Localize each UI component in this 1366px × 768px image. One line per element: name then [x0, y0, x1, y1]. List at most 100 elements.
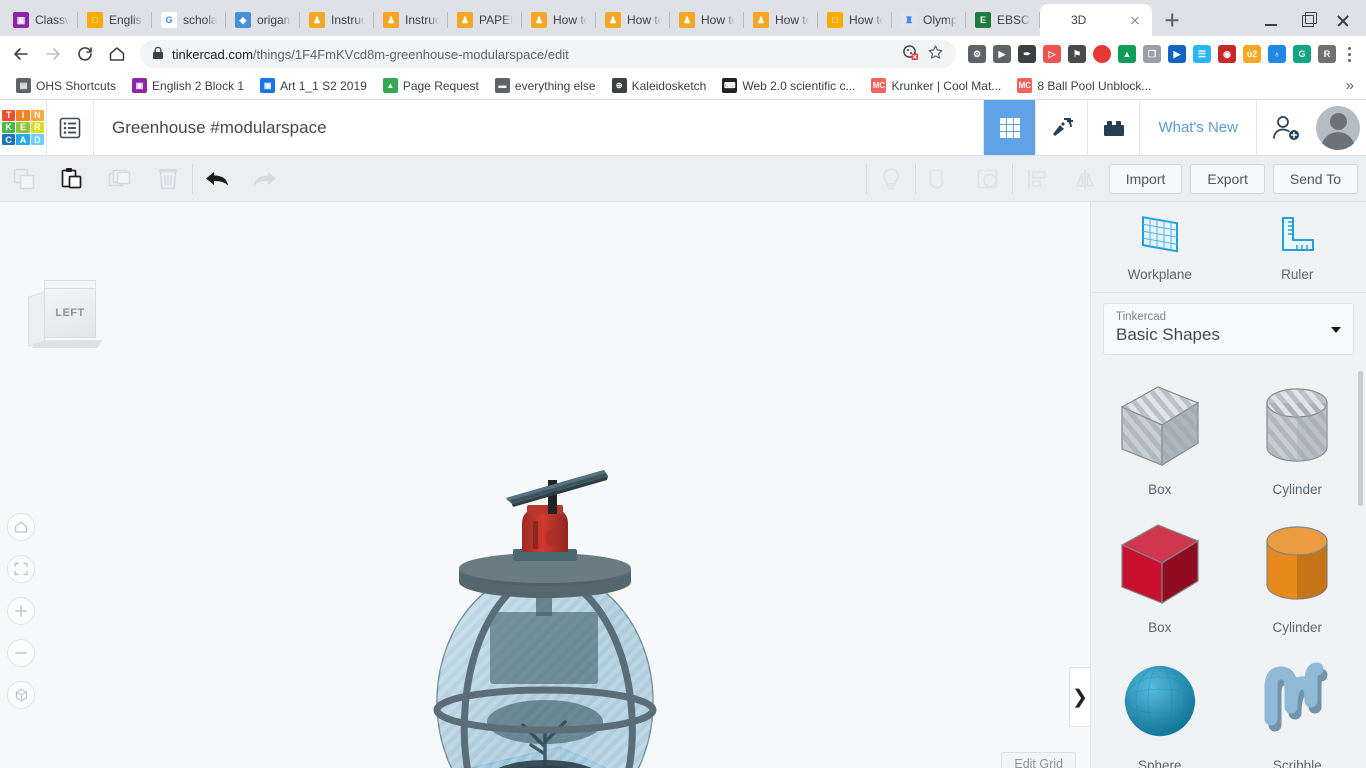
edit-grid-button[interactable]: Edit Grid: [1001, 752, 1076, 768]
maximize-window-button[interactable]: [1290, 5, 1324, 35]
video-downloader-icon[interactable]: ▷: [1043, 45, 1061, 63]
bookmark-item[interactable]: MC Krunker | Cool Mat...: [865, 75, 1007, 96]
workplane-tool[interactable]: Workplane: [1091, 214, 1229, 282]
browser-tab[interactable]: ♟ How to: [596, 4, 670, 36]
bookmark-manager-icon[interactable]: ☰: [1193, 45, 1211, 63]
browser-tab[interactable]: ◆ origam: [226, 4, 300, 36]
export-button[interactable]: Export: [1190, 163, 1265, 194]
close-window-button[interactable]: [1326, 5, 1360, 35]
note-icon[interactable]: ⚑: [1068, 45, 1086, 63]
browser-tab[interactable]: Gscholar: [152, 4, 226, 36]
invite-people-button[interactable]: [1256, 100, 1314, 155]
bookmark-item[interactable]: MC 8 Ball Pool Unblock...: [1011, 75, 1157, 96]
ruler-tool[interactable]: Ruler: [1229, 214, 1366, 282]
minimize-window-button[interactable]: [1254, 5, 1288, 35]
forward-button[interactable]: [38, 39, 68, 69]
close-tab-button[interactable]: [1127, 12, 1143, 28]
r-extension-icon[interactable]: R: [1318, 45, 1336, 63]
back-button[interactable]: [6, 39, 36, 69]
google-drive-icon[interactable]: ▲: [1118, 45, 1136, 63]
notes-button[interactable]: [867, 156, 915, 202]
browser-tab[interactable]: □ English: [78, 4, 152, 36]
browser-tab[interactable]: ♟ How to: [670, 4, 744, 36]
bookmark-item[interactable]: ▣ English 2 Block 1: [126, 75, 250, 96]
shape-item[interactable]: Cylinder: [1229, 507, 1366, 639]
whats-new-link[interactable]: What's New: [1139, 100, 1256, 155]
shape-item[interactable]: Sphere: [1091, 645, 1229, 768]
design-menu-button[interactable]: [47, 100, 93, 155]
scene-canvas[interactable]: [0, 202, 1090, 768]
bookmark-item[interactable]: ⊕ Kaleidosketch: [606, 75, 713, 96]
redo-button[interactable]: [241, 156, 289, 202]
3d-viewport[interactable]: LEFT ❯ Edit Grid Snap Grid: [0, 202, 1090, 768]
pin-icon[interactable]: ✒: [1018, 45, 1036, 63]
shape-label: Cylinder: [1272, 620, 1323, 635]
bookmarks-overflow-button[interactable]: »: [1346, 77, 1356, 94]
home-button[interactable]: [102, 39, 132, 69]
browser-tab[interactable]: E EBSCO: [966, 4, 1040, 36]
ungroup-button[interactable]: [964, 156, 1012, 202]
browser-tab[interactable]: ♜ Olympi: [892, 4, 966, 36]
cookie-blocked-icon[interactable]: [902, 44, 919, 64]
reload-button[interactable]: [70, 39, 100, 69]
bookmark-item[interactable]: ▤ OHS Shortcuts: [10, 75, 122, 96]
browser-tab[interactable]: ▣ Classw: [4, 4, 78, 36]
design-title[interactable]: Greenhouse #modularspace: [94, 100, 983, 155]
shape-library-selector[interactable]: Tinkercad Basic Shapes: [1103, 303, 1354, 355]
shape-item[interactable]: Box: [1091, 369, 1229, 501]
shape-item[interactable]: Scribble: [1229, 645, 1366, 768]
group-button[interactable]: [916, 156, 964, 202]
bookmark-item[interactable]: ▣ Art 1_1 S2 2019: [254, 75, 373, 96]
grammarly-icon[interactable]: G: [1293, 45, 1311, 63]
browser-tab[interactable]: ♟ Instruc: [374, 4, 448, 36]
fit-to-view-button[interactable]: [7, 555, 35, 583]
paste-button[interactable]: [48, 156, 96, 202]
align-button[interactable]: [1013, 156, 1061, 202]
browser-tab[interactable]: ♟ How to: [744, 4, 818, 36]
browser-tab[interactable]: 3D: [1040, 4, 1152, 36]
header-minecraft-button[interactable]: [1035, 100, 1087, 155]
undo-button[interactable]: [193, 156, 241, 202]
target-icon[interactable]: ◉: [1218, 45, 1236, 63]
shapes-scrollbar[interactable]: [1358, 371, 1363, 506]
header-blocks-button[interactable]: [1087, 100, 1139, 155]
mirror-button[interactable]: [1061, 156, 1109, 202]
header-3d-designs-button[interactable]: [983, 100, 1036, 155]
lock-icon[interactable]: ὑ2: [1243, 45, 1261, 63]
view-orientation-cube[interactable]: LEFT: [26, 280, 106, 350]
duplicate-button[interactable]: [96, 156, 144, 202]
bookmark-star-icon[interactable]: [927, 44, 944, 64]
browser-tab[interactable]: □ How to: [818, 4, 892, 36]
bookmark-item[interactable]: ▲ Page Request: [377, 75, 485, 96]
send-to-button[interactable]: Send To: [1272, 163, 1358, 194]
perspective-toggle-button[interactable]: [7, 681, 35, 709]
bookmark-item[interactable]: ⌨ Web 2.0 scientific c...: [716, 75, 861, 96]
view-cube-left-side[interactable]: [28, 291, 45, 347]
browser-tab[interactable]: ♟ PAPER: [448, 4, 522, 36]
zoom-out-button[interactable]: [7, 639, 35, 667]
tinkercad-logo[interactable]: TIN KER CAD: [0, 105, 46, 151]
screenshot-icon[interactable]: ❐: [1143, 45, 1161, 63]
media-cast-icon[interactable]: ▶: [993, 45, 1011, 63]
shapes-scroll-area[interactable]: Box Cylinder Box Cylinder Sphere Scribbl…: [1091, 363, 1366, 768]
address-bar[interactable]: tinkercad.com/things/1F4FmKVcd8m-greenho…: [140, 40, 956, 68]
delete-button[interactable]: [144, 156, 192, 202]
wifi-icon[interactable]: [1093, 45, 1111, 63]
bookmark-item[interactable]: ▬ everything else: [489, 75, 602, 96]
browser-tab[interactable]: ♟ Instruct: [300, 4, 374, 36]
new-tab-button[interactable]: [1158, 6, 1186, 34]
chrome-menu-button[interactable]: [1338, 41, 1360, 67]
shape-item[interactable]: Cylinder: [1229, 369, 1366, 501]
import-button[interactable]: Import: [1108, 163, 1183, 194]
browser-tab[interactable]: ♟ How to: [522, 4, 596, 36]
cookie-blocker-icon[interactable]: ⚙: [968, 45, 986, 63]
shape-item[interactable]: Box: [1091, 507, 1229, 639]
view-cube-face[interactable]: LEFT: [44, 288, 96, 338]
home-view-button[interactable]: [7, 513, 35, 541]
zoom-in-button[interactable]: [7, 597, 35, 625]
globe-icon[interactable]: ♁: [1268, 45, 1286, 63]
play-circle-icon[interactable]: ▶: [1168, 45, 1186, 63]
copy-button[interactable]: [0, 156, 48, 202]
panel-collapse-handle[interactable]: ❯: [1069, 667, 1090, 727]
account-avatar[interactable]: [1316, 105, 1360, 150]
